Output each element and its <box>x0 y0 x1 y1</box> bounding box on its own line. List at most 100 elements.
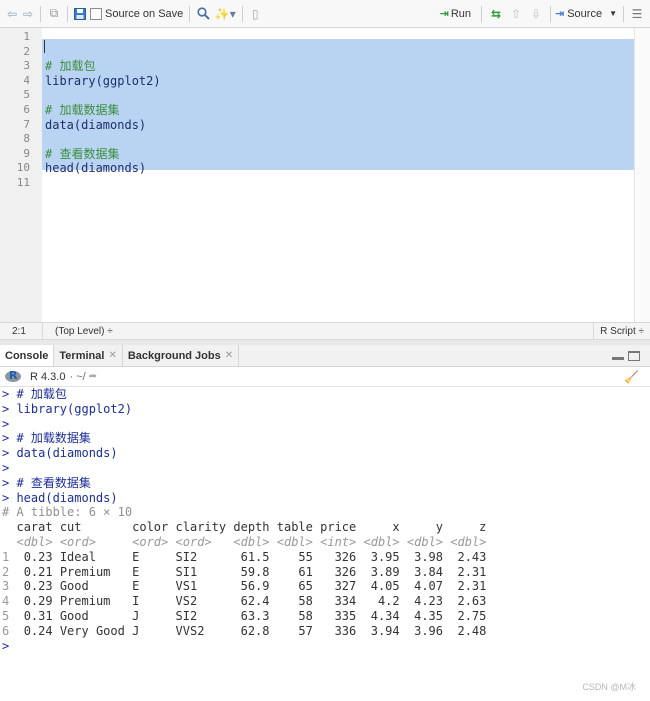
document-outline-icon[interactable]: ☰ <box>628 4 646 24</box>
table-cell: SI2 <box>175 549 198 564</box>
table-cell: 3.84 <box>414 564 444 579</box>
table-cell: 62.4 <box>240 594 270 609</box>
search-icon[interactable] <box>194 4 212 24</box>
table-cell: 0.31 <box>23 609 53 623</box>
row-number: 2 <box>2 564 10 579</box>
console-command: head(diamonds) <box>9 490 118 505</box>
tab-terminal[interactable]: Terminal ✕ <box>54 345 123 366</box>
source-on-save-toggle[interactable]: Source on Save <box>90 7 183 20</box>
line-number: 4 <box>23 73 30 87</box>
tab-label: Background Jobs <box>127 349 221 362</box>
table-cell: 2.43 <box>457 549 487 564</box>
save-icon[interactable] <box>72 4 88 24</box>
show-in-window-icon[interactable]: ⧉ <box>45 4 63 24</box>
table-cell: 65 <box>298 579 313 594</box>
line-number: 5 <box>23 88 30 102</box>
table-cell: 2.31 <box>457 564 487 579</box>
console-output[interactable]: > # 加载包 > library(ggplot2) > > # 加载数据集 >… <box>0 387 650 701</box>
row-number: 3 <box>2 579 10 594</box>
row-number: 5 <box>2 609 10 623</box>
source-button-label: Source <box>567 7 603 20</box>
table-cell: E <box>132 579 140 594</box>
code-comment: # 加载数据集 <box>45 103 120 117</box>
editor-scrollbar[interactable] <box>634 28 650 322</box>
column-header: color <box>132 520 169 535</box>
console-tabbar: Console Terminal ✕ Background Jobs ✕ <box>0 345 650 367</box>
table-cell: Ideal <box>59 549 96 564</box>
line-number: 2 <box>23 44 30 58</box>
table-cell: 2.31 <box>457 579 487 594</box>
source-button[interactable]: ⇥ Source ▼ <box>555 7 617 21</box>
close-icon[interactable]: ✕ <box>225 350 233 361</box>
magnifier-icon <box>197 7 210 20</box>
source-arrow-icon: ⇥ <box>555 8 565 20</box>
table-cell: 62.8 <box>240 623 270 638</box>
minimize-icon[interactable] <box>612 357 624 360</box>
toolbar-divider <box>242 5 244 22</box>
run-button[interactable]: ⇥ Run <box>440 7 471 21</box>
back-icon[interactable]: ⇦ <box>4 4 20 24</box>
table-cell: Premium <box>59 564 111 579</box>
table-cell: 3.96 <box>414 623 444 638</box>
source-on-save-checkbox[interactable] <box>90 7 102 20</box>
column-type: <dbl> <box>16 535 53 549</box>
compile-report-icon[interactable]: ▯ <box>247 4 263 24</box>
forward-icon[interactable]: ⇨ <box>20 4 36 24</box>
table-cell: 335 <box>334 609 357 623</box>
table-cell: 55 <box>298 549 313 564</box>
console-command: # 加载数据集 <box>9 431 91 446</box>
tab-label: Console <box>5 349 49 362</box>
table-cell: J <box>132 609 140 623</box>
table-cell: 0.24 <box>23 623 53 638</box>
table-cell: 0.23 <box>23 549 53 564</box>
table-cell: E <box>132 549 140 564</box>
console-prompt[interactable]: > <box>2 639 9 654</box>
close-icon[interactable]: ✕ <box>108 350 116 361</box>
table-cell: 4.2 <box>377 594 400 609</box>
table-cell: 326 <box>334 564 357 579</box>
console-header: R R 4.3.0 · ~/ ➦ 🧹 <box>0 367 650 387</box>
column-header: table <box>276 520 313 535</box>
row-number: 4 <box>2 594 10 609</box>
code-editor[interactable]: 1 2 3 4 5 6 7 8 9 10 11 # 加载包 library(gg… <box>0 28 650 322</box>
table-cell: 3.98 <box>414 549 444 564</box>
line-number: 3 <box>23 59 30 73</box>
pane-window-controls <box>612 345 650 366</box>
column-header: z <box>479 520 487 535</box>
tibble-meta: # A tibble: 6 × 10 <box>2 505 133 520</box>
console-command: # 加载包 <box>9 387 67 401</box>
table-cell: Premium <box>59 594 111 609</box>
table-cell: 326 <box>334 549 357 564</box>
table-cell: Very Good <box>59 623 125 638</box>
column-header: cut <box>59 520 82 535</box>
tab-console[interactable]: Console <box>0 345 55 366</box>
file-type-selector[interactable]: R Script ÷ <box>593 323 650 339</box>
column-header: carat <box>16 520 53 535</box>
go-to-directory-icon[interactable]: ➦ <box>89 371 97 382</box>
table-cell: 0.23 <box>23 579 53 594</box>
chevron-down-icon[interactable]: ▼ <box>609 9 617 18</box>
scope-selector[interactable]: (Top Level) ÷ <box>42 323 113 339</box>
clear-console-icon[interactable]: 🧹 <box>624 370 640 384</box>
go-down-icon[interactable]: ⇩ <box>526 4 546 24</box>
maximize-icon[interactable] <box>628 350 640 361</box>
rerun-icon[interactable]: ⇆ <box>486 4 506 24</box>
table-cell: Good <box>59 609 89 623</box>
tab-background-jobs[interactable]: Background Jobs ✕ <box>123 345 240 366</box>
code-tools-icon[interactable]: ✨▾ <box>212 4 238 24</box>
table-cell: 3.95 <box>370 549 400 564</box>
code-area[interactable]: # 加载包 library(ggplot2) # 加载数据集 data(diam… <box>42 28 634 322</box>
table-cell: 4.35 <box>414 609 444 623</box>
column-header: x <box>392 520 400 535</box>
toolbar-divider <box>550 5 551 22</box>
line-number: 10 <box>16 161 30 175</box>
table-cell: 2.75 <box>457 609 487 623</box>
column-header: price <box>320 520 357 535</box>
table-cell: 58 <box>298 594 313 609</box>
line-number: 9 <box>23 146 30 160</box>
line-number: 8 <box>23 132 30 146</box>
go-up-icon[interactable]: ⇧ <box>506 4 526 24</box>
run-button-label: Run <box>450 7 471 20</box>
column-type: <dbl> <box>233 535 270 549</box>
console-command: # 查看数据集 <box>9 475 91 490</box>
